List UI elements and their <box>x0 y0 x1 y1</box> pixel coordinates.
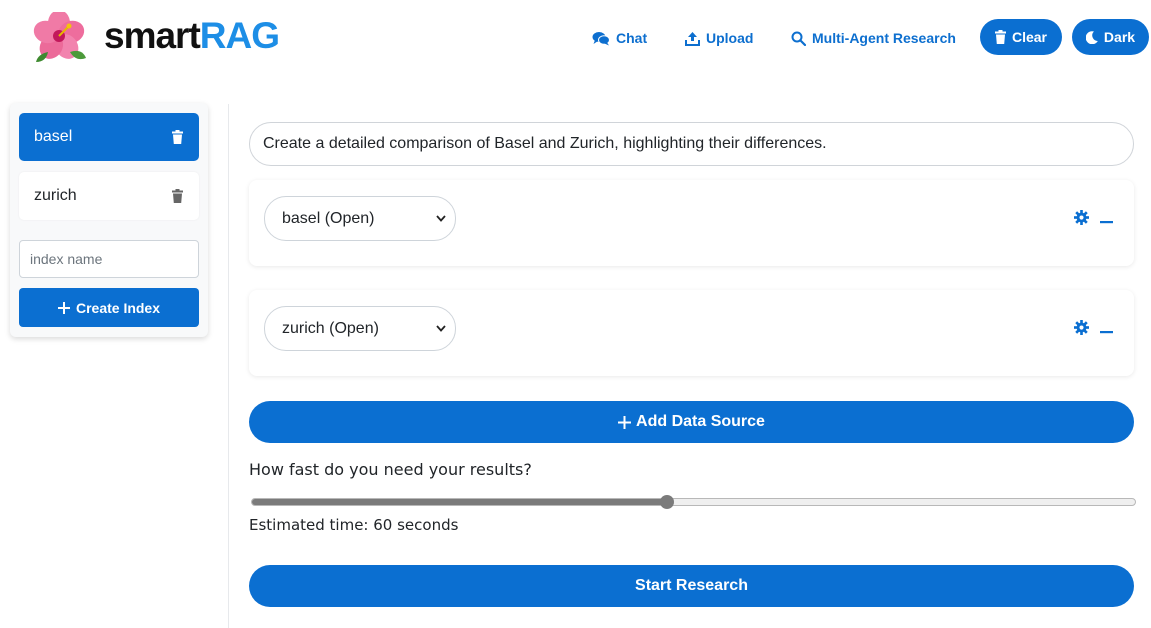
brand-logo[interactable]: smartRAG <box>104 14 280 58</box>
nav-upload[interactable]: Upload <box>685 28 753 48</box>
minus-icon[interactable] <box>1100 321 1113 339</box>
add-data-source-label: Add Data Source <box>636 413 765 430</box>
create-index-label: Create Index <box>75 299 161 316</box>
plus-icon <box>57 301 70 314</box>
brand-smart: smart <box>104 15 201 56</box>
estimated-time-text: Estimated time: 60 seconds <box>249 516 459 534</box>
start-research-label: Start Research <box>635 577 748 594</box>
nav-chat-label: Chat <box>616 30 648 46</box>
nav-chat[interactable]: Chat <box>592 28 647 48</box>
trash-icon[interactable] <box>172 189 183 203</box>
trash-icon <box>994 30 1006 44</box>
data-source-card: basel (Open) <box>249 180 1134 266</box>
brand-rag: RAG <box>199 15 280 56</box>
clear-label: Clear <box>1011 29 1048 45</box>
upload-icon <box>685 31 700 46</box>
gear-icon[interactable] <box>1074 210 1089 230</box>
data-source-select[interactable]: zurich (Open) <box>264 306 456 351</box>
chevron-down-icon <box>436 215 446 222</box>
data-source-selected: zurich (Open) <box>282 319 379 337</box>
index-item-label: basel <box>34 128 73 145</box>
clear-button[interactable]: Clear <box>980 19 1062 55</box>
data-source-card: zurich (Open) <box>249 290 1134 376</box>
create-index-button[interactable]: Create Index <box>19 288 199 327</box>
moon-icon <box>1085 30 1098 44</box>
dark-mode-button[interactable]: Dark <box>1072 19 1149 55</box>
panel-divider <box>228 104 229 628</box>
index-item-basel[interactable]: basel <box>19 113 199 161</box>
speed-slider[interactable] <box>251 495 1136 509</box>
chat-icon <box>592 31 610 45</box>
slider-thumb[interactable] <box>660 495 674 509</box>
add-data-source-button[interactable]: Add Data Source <box>249 401 1134 443</box>
nav-multi-agent-research[interactable]: Multi-Agent Research <box>791 28 956 48</box>
dark-label: Dark <box>1103 29 1136 45</box>
app-header: smartRAG Chat Upload Multi-Agent Researc… <box>0 0 1151 78</box>
index-sidebar: basel zurich Create Index <box>10 103 208 337</box>
plus-icon <box>618 415 632 429</box>
data-source-select[interactable]: basel (Open) <box>264 196 456 241</box>
minus-icon[interactable] <box>1100 211 1113 229</box>
index-item-zurich[interactable]: zurich <box>19 172 199 220</box>
gear-icon[interactable] <box>1074 320 1089 340</box>
data-source-selected: basel (Open) <box>282 209 375 227</box>
nav-upload-label: Upload <box>706 30 754 46</box>
slider-fill <box>252 499 667 505</box>
nav-research-label: Multi-Agent Research <box>812 30 956 46</box>
trash-icon[interactable] <box>172 130 183 144</box>
start-research-button[interactable]: Start Research <box>249 565 1134 607</box>
hibiscus-icon <box>33 12 86 62</box>
chevron-down-icon <box>436 325 446 332</box>
index-item-label: zurich <box>34 187 77 204</box>
index-name-input[interactable] <box>19 240 199 278</box>
search-icon <box>791 31 806 46</box>
speed-question-label: How fast do you need your results? <box>249 460 532 479</box>
research-query-input[interactable] <box>249 122 1134 166</box>
